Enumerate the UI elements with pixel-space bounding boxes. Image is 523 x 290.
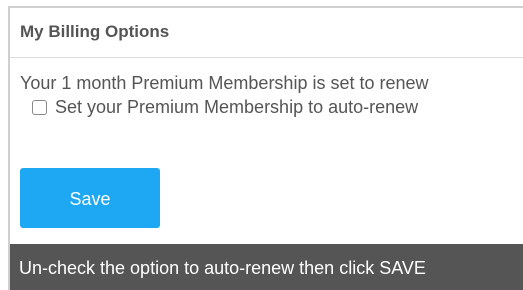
panel-title: My Billing Options xyxy=(20,22,170,41)
panel-header: My Billing Options xyxy=(10,8,523,58)
instruction-text: Un-check the option to auto-renew then c… xyxy=(19,258,426,278)
instruction-bar: Un-check the option to auto-renew then c… xyxy=(10,244,523,290)
auto-renew-label[interactable]: Set your Premium Membership to auto-rene… xyxy=(55,97,418,118)
billing-options-panel: My Billing Options Your 1 month Premium … xyxy=(8,6,523,290)
screen: My Billing Options Your 1 month Premium … xyxy=(0,0,523,290)
auto-renew-checkbox[interactable] xyxy=(32,99,47,115)
save-button[interactable]: Save xyxy=(20,168,160,228)
renewal-status-text: Your 1 month Premium Membership is set t… xyxy=(20,73,429,93)
auto-renew-option[interactable]: Set your Premium Membership to auto-rene… xyxy=(32,93,418,121)
